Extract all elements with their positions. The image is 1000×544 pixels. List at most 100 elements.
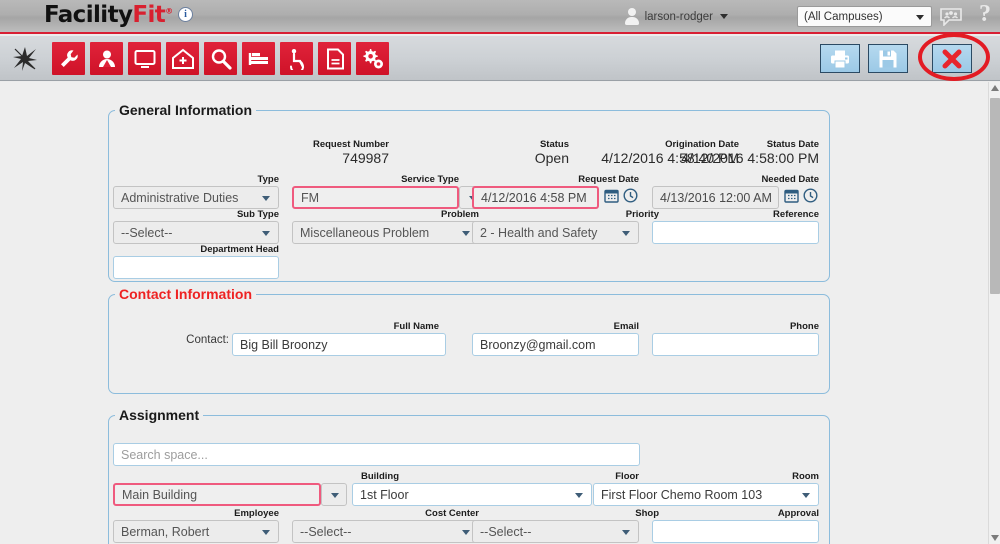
request-date-label: Request Date bbox=[469, 174, 639, 185]
shop-select[interactable]: --Select-- bbox=[472, 520, 639, 543]
chevron-down-icon bbox=[262, 530, 270, 535]
nav-wrench-icon[interactable] bbox=[52, 42, 85, 75]
general-information-legend: General Information bbox=[115, 102, 256, 118]
status-date-label: Status Date bbox=[639, 139, 819, 150]
sub-type-label: Sub Type bbox=[109, 209, 279, 220]
department-head-input[interactable] bbox=[113, 256, 279, 279]
type-label: Type bbox=[109, 174, 279, 185]
nav-document-icon[interactable] bbox=[318, 42, 351, 75]
request-date-value: 4/12/2016 4:58 PM bbox=[481, 191, 587, 205]
calendar-icon bbox=[784, 188, 799, 203]
floor-select[interactable]: 1st Floor bbox=[352, 483, 592, 506]
app-logo: FacilityFit® bbox=[44, 2, 173, 28]
service-type-label: Service Type bbox=[289, 174, 459, 185]
info-icon[interactable]: i bbox=[178, 7, 193, 22]
chevron-down-icon bbox=[262, 196, 270, 201]
user-menu[interactable]: larson-rodger bbox=[624, 8, 728, 25]
nav-monitor-icon[interactable] bbox=[128, 42, 161, 75]
chevron-down-icon bbox=[575, 493, 583, 498]
scrollbar-thumb[interactable] bbox=[990, 98, 1000, 294]
full-name-input[interactable]: Big Bill Broonzy bbox=[232, 333, 446, 356]
needed-date-pickers[interactable] bbox=[784, 188, 818, 203]
request-date-pickers[interactable] bbox=[604, 188, 638, 203]
form-content: General Information Request Number 74998… bbox=[0, 82, 988, 544]
shop-value: --Select-- bbox=[480, 525, 531, 539]
status-date-value: 4/12/2016 4:58:00 PM bbox=[639, 150, 819, 166]
cost-center-select[interactable]: --Select-- bbox=[292, 520, 479, 543]
building-value: Main Building bbox=[122, 488, 197, 502]
assignment-section: Assignment Search space... Building Main… bbox=[108, 407, 830, 544]
reference-label: Reference bbox=[649, 209, 819, 220]
email-input[interactable]: Broonzy@gmail.com bbox=[472, 333, 639, 356]
chevron-down-icon bbox=[720, 14, 728, 19]
app-header: FacilityFit® i larson-rodger (All Campus… bbox=[0, 0, 1000, 34]
employee-value: Berman, Robert bbox=[121, 525, 209, 539]
burst-icon[interactable] bbox=[12, 46, 38, 72]
chevron-down-icon bbox=[262, 231, 270, 236]
status-label: Status bbox=[399, 139, 569, 150]
chevron-down-icon bbox=[622, 231, 630, 236]
campus-select[interactable]: (All Campuses) bbox=[797, 6, 932, 27]
department-head-label: Department Head bbox=[109, 244, 279, 255]
service-type-value: FM bbox=[301, 191, 319, 205]
priority-select[interactable]: 2 - Health and Safety bbox=[472, 221, 639, 244]
cost-center-value: --Select-- bbox=[300, 525, 351, 539]
room-select[interactable]: First Floor Chemo Room 103 bbox=[593, 483, 819, 506]
cost-center-label: Cost Center bbox=[289, 508, 479, 519]
problem-label: Problem bbox=[289, 209, 479, 220]
needed-date-value: 4/13/2016 12:00 AM bbox=[660, 191, 772, 205]
phone-label: Phone bbox=[649, 321, 819, 332]
floor-value: 1st Floor bbox=[360, 488, 409, 502]
nav-wheelchair-icon[interactable] bbox=[280, 42, 313, 75]
logo-text-fit: Fit bbox=[132, 2, 165, 28]
sub-type-select[interactable]: --Select-- bbox=[113, 221, 279, 244]
phone-input[interactable] bbox=[652, 333, 819, 356]
chevron-down-icon bbox=[916, 15, 924, 20]
nav-person-icon[interactable] bbox=[90, 42, 123, 75]
chevron-down-icon bbox=[622, 530, 630, 535]
building-dropdown-button[interactable] bbox=[321, 483, 347, 506]
needed-date-label: Needed Date bbox=[649, 174, 819, 185]
close-button[interactable] bbox=[932, 44, 972, 73]
full-name-label: Full Name bbox=[229, 321, 439, 332]
shop-label: Shop bbox=[489, 508, 659, 519]
search-space-input[interactable]: Search space... bbox=[113, 443, 640, 466]
general-information-section: General Information Request Number 74998… bbox=[108, 102, 830, 282]
nav-bed-icon[interactable] bbox=[242, 42, 275, 75]
clock-icon bbox=[803, 188, 818, 203]
nav-magnifier-icon[interactable] bbox=[204, 42, 237, 75]
full-name-value: Big Bill Broonzy bbox=[240, 338, 328, 352]
vertical-scrollbar[interactable] bbox=[988, 82, 1000, 544]
employee-select[interactable]: Berman, Robert bbox=[113, 520, 279, 543]
building-label: Building bbox=[229, 471, 399, 482]
nav-house-plus-icon[interactable] bbox=[166, 42, 199, 75]
calendar-icon bbox=[604, 188, 619, 203]
floor-label: Floor bbox=[469, 471, 639, 482]
main-toolbar bbox=[0, 36, 1000, 81]
sub-type-value: --Select-- bbox=[121, 226, 172, 240]
print-button[interactable] bbox=[820, 44, 860, 73]
save-button[interactable] bbox=[868, 44, 908, 73]
request-date-input[interactable]: 4/12/2016 4:58 PM bbox=[472, 186, 599, 209]
type-value: Administrative Duties bbox=[121, 191, 238, 205]
problem-select[interactable]: Miscellaneous Problem bbox=[292, 221, 479, 244]
needed-date-input[interactable]: 4/13/2016 12:00 AM bbox=[652, 186, 779, 209]
chevron-down-icon bbox=[462, 530, 470, 535]
scroll-down-arrow-icon[interactable] bbox=[989, 532, 1000, 544]
type-select[interactable]: Administrative Duties bbox=[113, 186, 279, 209]
logo-trademark: ® bbox=[165, 6, 172, 15]
clock-icon bbox=[623, 188, 638, 203]
help-icon[interactable]: ? bbox=[979, 1, 991, 28]
group-chat-icon[interactable] bbox=[940, 8, 962, 26]
room-label: Room bbox=[649, 471, 819, 482]
building-select[interactable]: Main Building bbox=[113, 483, 321, 506]
service-type-select[interactable]: FM bbox=[292, 186, 459, 209]
request-number-value: 749987 bbox=[219, 150, 389, 166]
assignment-legend: Assignment bbox=[115, 407, 203, 423]
nav-gears-icon[interactable] bbox=[356, 42, 389, 75]
scroll-up-arrow-icon[interactable] bbox=[989, 82, 1000, 94]
approval-input[interactable] bbox=[652, 520, 819, 543]
chevron-down-icon bbox=[331, 493, 339, 498]
reference-input[interactable] bbox=[652, 221, 819, 244]
contact-label: Contact: bbox=[169, 334, 229, 346]
